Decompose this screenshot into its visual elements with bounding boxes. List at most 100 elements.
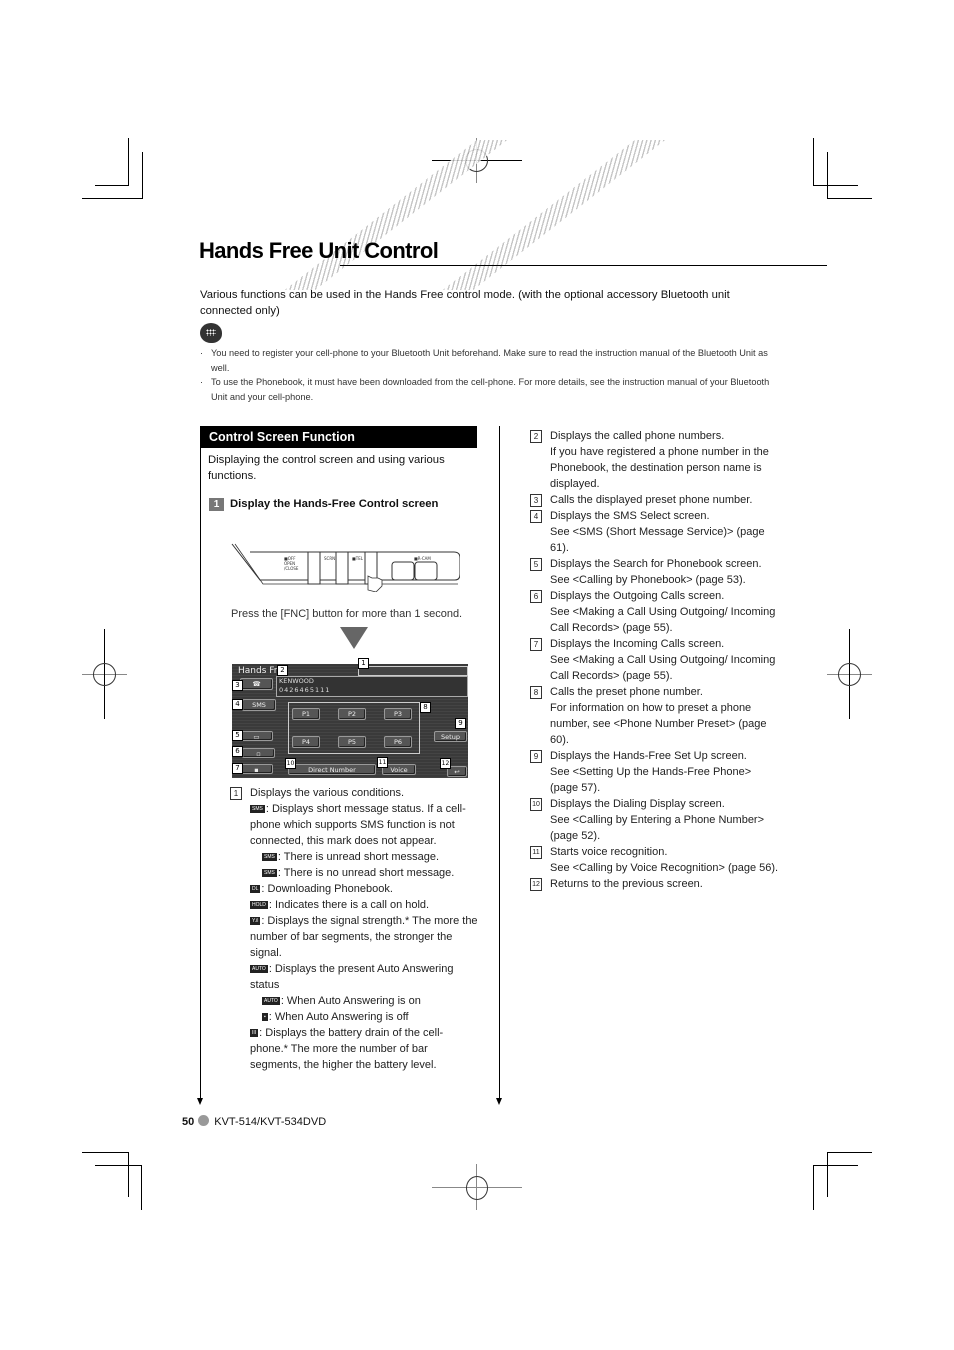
status-icon-entry: HOLD: Indicates there is a call on hold. [230,897,480,913]
preset-button-p3[interactable]: P3 [384,708,412,720]
src-button [391,561,415,581]
legend-number: 1 [230,787,242,800]
callout-2: 2 [277,665,288,676]
note-item: To use the Phonebook, it must have been … [200,375,770,404]
legend-item: 5 Displays the Search for Phonebook scree… [530,556,780,588]
legend-left: 1 Displays the various conditions. SMS: … [230,785,480,1073]
down-triangle-icon [340,627,368,649]
legend-text: Returns to the previous screen. [550,878,703,890]
legend-item: 7 Displays the Incoming Calls screen. See … [530,636,780,684]
continue-arrow-icon [197,1098,203,1105]
legend-number: 2 [530,430,542,443]
legend-number: 9 [530,750,542,763]
section-heading: Control Screen Function [201,426,477,448]
callout-3: 3 [232,680,243,691]
status-icon: SMS [262,853,277,862]
column-rule-middle [499,426,500,1099]
model-name: KVT-514/KVT-534DVD [214,1116,327,1128]
legend-text: Calls the preset phone number. [550,686,703,698]
status-icon-entry: ▪: When Auto Answering is off [230,1009,480,1025]
callout-1: 1 [358,658,369,669]
status-icon-description: : There is unread short message. [277,851,440,863]
callout-4: 4 [232,699,243,710]
call-button[interactable]: ☎ [240,678,273,690]
status-icon: SMS [250,805,265,814]
page-title: Hands Free Unit Control [199,238,439,263]
status-icon-entry: SMS: There is no unread short message. [230,865,480,881]
legend-right: 2 Displays the called phone numbers. If yo… [530,428,780,892]
status-icon: HOLD [250,901,268,910]
open-close-button [307,551,321,585]
intro-text: Various functions can be used in the Han… [200,289,730,317]
legend-item: 3 Calls the displayed preset phone number… [530,492,780,508]
svg-text:SCRN: SCRN [324,556,335,561]
legend-detail: See <Making a Call Using Outgoing/ Incom… [550,654,776,682]
svg-text:■TEL: ■TEL [352,556,364,561]
legend-item: 1 Displays the various conditions. [230,785,480,801]
title-rule [340,265,827,266]
legend-item: 9 Displays the Hands-Free Set Up screen. S… [530,748,780,796]
legend-text: Displays the various conditions. [250,787,405,799]
preset-button-p2[interactable]: P2 [338,708,366,720]
legend-item: 6 Displays the Outgoing Calls screen. See … [530,588,780,636]
status-icon-description: : Displays the battery drain of the cell… [250,1027,444,1071]
legend-item: 12 Returns to the previous screen. [530,876,780,892]
status-icon-entry: AUTO: When Auto Answering is on [230,993,480,1009]
legend-detail: If you have registered a phone number in… [550,446,769,490]
preset-button-p1[interactable]: P1 [292,708,320,720]
callout-11: 11 [377,757,388,768]
status-icon: AUTO [250,965,268,974]
legend-detail: See <SMS (Short Message Service)> (page … [550,526,765,554]
caller-number: 0426465111 [279,686,331,694]
status-icon-entry: SMS: There is unread short message. [230,849,480,865]
legend-text: Displays the Search for Phonebook screen… [550,558,762,570]
callout-7: 7 [232,763,243,774]
legend-item: 11 Starts voice recognition. See <Calling … [530,844,780,876]
legend-number: 4 [530,510,542,523]
legend-text: Displays the called phone numbers. [550,430,725,442]
status-icon: AUTO [262,997,280,1006]
callout-9: 9 [455,718,466,729]
callout-8: 8 [420,702,431,713]
setup-button[interactable]: Setup [434,731,467,742]
caller-name: KENWOOD [279,677,314,685]
preset-button-p5[interactable]: P5 [338,736,366,748]
legend-detail: See <Calling by Phonebook> (page 53). [550,574,746,586]
legend-text: Calls the displayed preset phone number. [550,494,753,506]
status-icon: DL [250,885,261,894]
status-icon-entry: III: Displays the battery drain of the c… [230,1025,480,1073]
step-heading: 1 Display the Hands-Free Control screen [209,498,438,511]
incoming-calls-button[interactable]: ▪ [240,764,273,774]
notes-list: You need to register your cell-phone to … [200,346,770,404]
device-panel-illustration: ■OFF OPEN /CLOSE SCRN ■TEL ■R-CAM [231,543,460,592]
preset-button-p6[interactable]: P6 [384,736,412,748]
bullet-dot-icon [198,1115,210,1126]
legend-text: Starts voice recognition. [550,846,668,858]
callout-5: 5 [232,730,243,741]
section-lead: Displaying the control screen and using … [208,454,445,482]
caller-display: KENWOOD 0426465111 [276,676,468,697]
status-bar [358,666,468,676]
legend-number: 3 [530,494,542,507]
status-icon-entry: AUTO: Displays the present Auto Answerin… [230,961,480,993]
legend-item: 4 Displays the SMS Select screen. See <SMS… [530,508,780,556]
nav-button [414,561,438,581]
phonebook-button[interactable]: ▭ [240,731,273,741]
status-icon-entry: DL: Downloading Phonebook. [230,881,480,897]
instruction-caption: Press the [FNC] button for more than 1 s… [231,608,463,620]
legend-text: Displays the Incoming Calls screen. [550,638,725,650]
preset-button-p4[interactable]: P4 [292,736,320,748]
legend-detail: See <Making a Call Using Outgoing/ Incom… [550,606,776,634]
note-item: You need to register your cell-phone to … [200,346,770,375]
outgoing-calls-button[interactable]: ▫ [242,748,275,758]
status-icon: ▪ [262,1013,268,1022]
legend-text: Displays the Outgoing Calls screen. [550,590,725,602]
scrn-button [335,551,349,585]
callout-10: 10 [285,758,296,769]
callout-12: 12 [440,758,451,769]
status-icon-entries: SMS: Displays short message status. If a… [230,801,480,1073]
legend-number: 11 [530,846,542,859]
direct-number-button[interactable]: Direct Number [288,764,376,775]
sms-button[interactable]: SMS [242,699,276,711]
status-icon-description: : Downloading Phonebook. [261,883,393,895]
